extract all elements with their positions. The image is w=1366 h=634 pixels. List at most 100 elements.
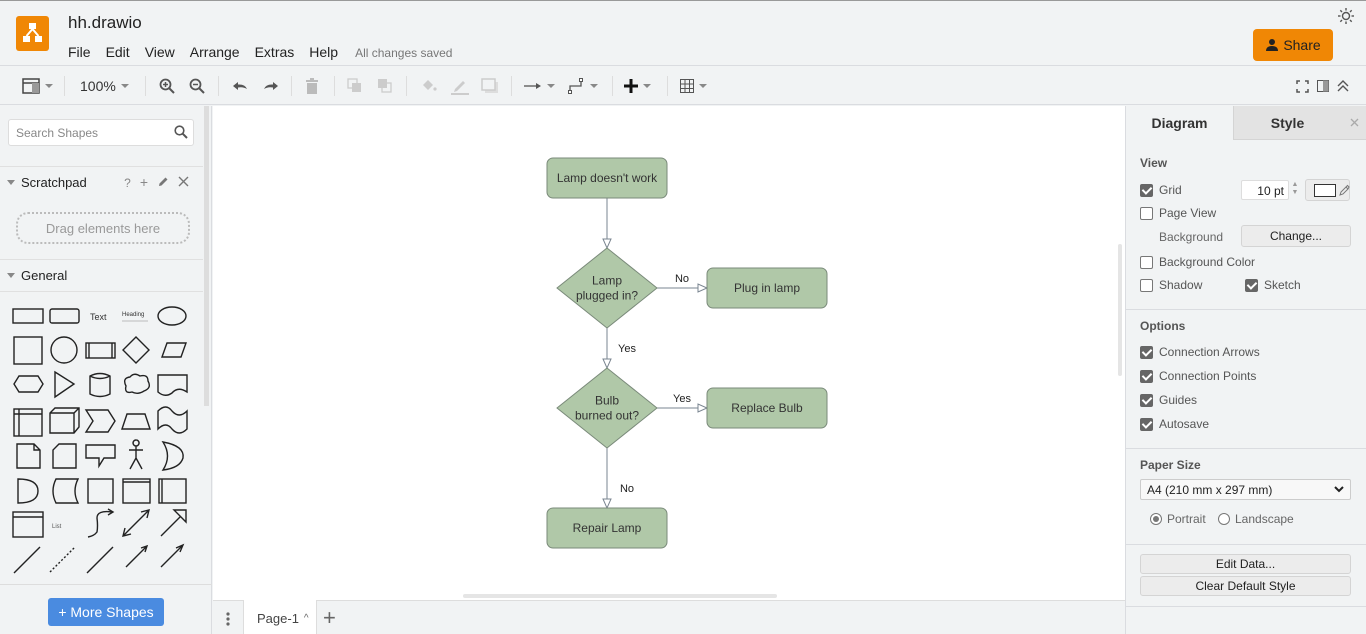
portrait-radio[interactable]: Portrait (1150, 512, 1206, 526)
connection-style-button[interactable] (524, 75, 555, 97)
scratchpad-dropzone[interactable]: Drag elements here (16, 212, 190, 244)
autosave-checkbox[interactable]: Autosave (1140, 417, 1209, 431)
toolbar: 100% (0, 67, 1366, 105)
checkbox-checked (1140, 345, 1153, 359)
format-panel-button[interactable] (22, 75, 53, 97)
chevron-up-icon[interactable]: ^ (304, 613, 309, 624)
shape-ellipse (157, 306, 187, 326)
edge-label[interactable]: Yes (673, 393, 691, 405)
toggle-panel-button[interactable] (1317, 75, 1329, 97)
search-shapes-input[interactable]: Search Shapes (8, 119, 194, 146)
connection-arrows-checkbox[interactable]: Connection Arrows (1140, 345, 1260, 359)
arrowhead (602, 238, 612, 250)
menu-help[interactable]: Help (309, 44, 338, 60)
document-title[interactable]: hh.drawio (68, 13, 142, 33)
collapse-button[interactable] (1337, 75, 1349, 97)
general-header[interactable]: General (0, 259, 203, 291)
save-status[interactable]: All changes saved (355, 46, 452, 60)
sidebar-scrollbar[interactable] (204, 106, 209, 406)
shapes-palette: Text Heading List (12, 306, 188, 574)
share-button[interactable]: Share (1253, 29, 1333, 61)
fullscreen-button[interactable] (1296, 75, 1309, 97)
scratchpad-header[interactable]: Scratchpad ? + (0, 166, 203, 198)
toggle-panel-icon (1317, 80, 1329, 92)
close-icon[interactable] (178, 176, 189, 187)
sketch-checkbox[interactable]: Sketch (1245, 278, 1301, 292)
search-placeholder: Search Shapes (16, 126, 99, 140)
menu-extras[interactable]: Extras (255, 44, 295, 60)
more-shapes-button[interactable]: + More Shapes (48, 598, 164, 626)
shadow-checkbox[interactable]: Shadow (1140, 278, 1202, 292)
edit-icon[interactable] (157, 176, 169, 188)
table-button[interactable] (680, 75, 707, 97)
shape-actor (129, 439, 143, 470)
edge-label[interactable]: No (620, 483, 634, 495)
line-color-button[interactable] (450, 75, 470, 97)
sun-icon[interactable] (1337, 7, 1355, 25)
page-view-checkbox[interactable]: Page View (1140, 206, 1216, 220)
collapse-triangle-icon (7, 180, 15, 185)
tab-style[interactable]: Style (1233, 106, 1341, 140)
portrait-label: Portrait (1167, 512, 1206, 526)
eyedropper-icon (1339, 184, 1350, 196)
add-page-button[interactable]: + (323, 607, 336, 629)
zoom-in-button[interactable] (159, 75, 175, 97)
shape-rectangle (12, 308, 44, 324)
help-icon[interactable]: ? (124, 176, 131, 190)
add-icon[interactable]: + (140, 175, 148, 190)
drawio-logo-icon[interactable] (16, 16, 49, 51)
menu-file[interactable]: File (68, 44, 91, 60)
insert-button[interactable] (624, 75, 651, 97)
zoom-out-button[interactable] (189, 75, 205, 97)
waypoints-button[interactable] (567, 75, 598, 97)
horizontal-scrollbar[interactable] (463, 594, 777, 598)
diagram-canvas[interactable]: No Yes Yes No Lamp doesn't work Lamp plugged i… (213, 106, 1125, 600)
fullscreen-icon (1296, 79, 1309, 93)
landscape-label: Landscape (1235, 512, 1294, 526)
to-back-button[interactable] (377, 75, 393, 97)
grid-size-input[interactable]: 10 pt (1241, 180, 1289, 200)
edge-label[interactable]: No (675, 273, 689, 285)
landscape-radio[interactable]: Landscape (1218, 512, 1294, 526)
menu-arrange[interactable]: Arrange (190, 44, 240, 60)
page-tab[interactable]: Page-1 ^ (243, 600, 317, 634)
pages-menu-button[interactable] (213, 601, 243, 634)
shape-hexagon (13, 375, 44, 393)
edge-label[interactable]: Yes (618, 343, 636, 355)
edit-data-button[interactable]: Edit Data... (1140, 554, 1351, 574)
menu-view[interactable]: View (145, 44, 175, 60)
clear-default-style-button[interactable]: Clear Default Style (1140, 576, 1351, 596)
delete-button[interactable] (305, 75, 319, 97)
change-background-button[interactable]: Change... (1241, 225, 1351, 247)
menu-bar: File Edit View Arrange Extras Help All c… (68, 44, 452, 60)
grid-color-button[interactable] (1305, 179, 1350, 201)
to-front-icon (347, 78, 361, 92)
search-icon[interactable] (174, 125, 188, 139)
undo-button[interactable] (231, 75, 249, 97)
redo-button[interactable] (262, 75, 280, 97)
shadow-button[interactable] (481, 75, 499, 97)
grid-size-stepper[interactable]: ▲ ▼ (1290, 181, 1300, 199)
shape-delay (17, 478, 39, 504)
radio-unselected (1218, 513, 1230, 525)
shape-step (84, 409, 116, 433)
shape-directional-connector (125, 544, 149, 568)
arrowhead (697, 403, 709, 413)
collapse-icon (1337, 80, 1349, 92)
option-label: Connection Arrows (1159, 345, 1260, 359)
fill-color-button[interactable] (420, 75, 438, 97)
paper-size-select[interactable]: A4 (210 mm x 297 mm) (1140, 479, 1351, 500)
format-panel-icon (22, 78, 40, 94)
grid-checkbox[interactable]: Grid (1140, 183, 1182, 197)
vertical-scrollbar[interactable] (1118, 244, 1122, 376)
tab-diagram[interactable]: Diagram (1126, 106, 1233, 140)
shape-document (157, 374, 188, 396)
background-color-checkbox[interactable]: Background Color (1140, 255, 1255, 269)
menu-edit[interactable]: Edit (106, 44, 130, 60)
connection-points-checkbox[interactable]: Connection Points (1140, 369, 1256, 383)
close-panel-button[interactable] (1341, 106, 1366, 140)
arrowhead (602, 358, 612, 370)
to-front-button[interactable] (347, 75, 363, 97)
zoom-dropdown[interactable]: 100% (80, 75, 129, 97)
guides-checkbox[interactable]: Guides (1140, 393, 1197, 407)
